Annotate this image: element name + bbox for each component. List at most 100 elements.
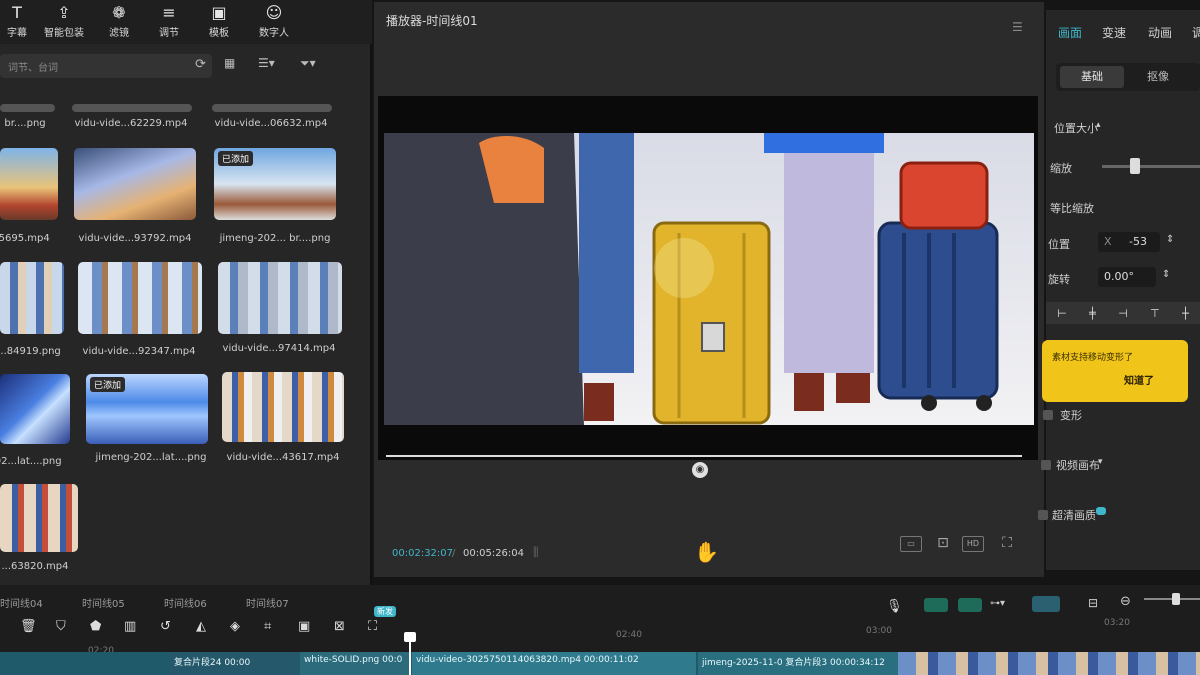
thumbnail[interactable]	[212, 104, 332, 112]
stepper-icon[interactable]: ⇕	[1162, 269, 1170, 280]
filter-icon: ❁	[112, 3, 126, 22]
thumbnail[interactable]	[222, 372, 344, 442]
toolbar-adjust[interactable]: ≡ 调节	[144, 0, 194, 44]
hd-icon[interactable]: HD	[962, 536, 984, 552]
text-icon: T	[12, 3, 22, 22]
tab-animation[interactable]: 动画	[1148, 24, 1172, 41]
sort-icon[interactable]: ☰▾	[258, 56, 275, 70]
timeline-tab[interactable]: 时间线05	[82, 595, 125, 610]
search-icon[interactable]: ⟳	[195, 57, 206, 72]
toolbar-label: 字幕	[7, 28, 27, 39]
thumbnail[interactable]	[72, 104, 192, 112]
clip-filmstrip[interactable]	[898, 652, 1200, 675]
toolbar-digital-human[interactable]: ☺ 数字人	[244, 0, 304, 44]
timecode-current: 00:02:32:07	[392, 548, 454, 559]
timeline-tab[interactable]: 时间线04	[0, 595, 43, 610]
video-frame[interactable]	[384, 133, 1034, 425]
waveform-icon[interactable]: ⫼	[533, 545, 539, 560]
focus-icon[interactable]: ⊡	[932, 536, 954, 552]
align-top-icon[interactable]: ⊤	[1150, 307, 1160, 320]
thumbnail-label: jimeng-202... br....png	[219, 233, 331, 244]
thumbnail[interactable]: 已添加	[214, 148, 336, 220]
timeline-clip[interactable]: white-SOLID.png 00:0	[300, 652, 410, 675]
timeline-clip[interactable]: 复合片段24 00:00	[170, 652, 300, 675]
zoom-out-icon[interactable]: ⊖	[1120, 594, 1131, 609]
deform-checkbox[interactable]	[1043, 410, 1053, 420]
timeline-tab[interactable]: 时间线06	[164, 595, 207, 610]
thumbnail[interactable]	[218, 262, 342, 334]
stepper-icon[interactable]: ⇕	[1166, 234, 1174, 245]
screen-icon[interactable]: ▣	[298, 619, 310, 634]
align-left-icon[interactable]: ⊢	[1057, 307, 1067, 320]
tooltip-card: 素材支持移动变形了 知道了	[1042, 340, 1188, 402]
diamond-icon	[1096, 507, 1106, 515]
zoom-slider-handle[interactable]	[1172, 593, 1180, 605]
timeline-tab[interactable]: 时间线07	[246, 595, 289, 610]
rotate-field[interactable]: 0.00°	[1098, 267, 1156, 287]
reverse-icon[interactable]: ↺	[160, 619, 171, 634]
subtitle-icon[interactable]: ⊠	[334, 619, 345, 634]
track-mode-icon[interactable]	[1032, 596, 1060, 612]
thumbnail-label: vidu-vide...92347.mp4	[82, 346, 196, 357]
toolbar-subtitle[interactable]: T 字幕	[0, 0, 34, 44]
grid-view-icon[interactable]: ▦	[224, 56, 235, 70]
template-icon: ▣	[211, 3, 227, 22]
timeline-clip[interactable]: vidu-video-3025750114063820.mp4 00:00:11…	[412, 652, 696, 675]
subtab-keying[interactable]: 抠像	[1126, 66, 1190, 88]
upload-box-icon: ⇪	[57, 3, 71, 22]
thumbnail[interactable]: 已添加	[86, 374, 208, 444]
fit-icon[interactable]: ⊟	[1088, 596, 1098, 610]
thumbnail[interactable]	[0, 262, 64, 334]
thumbnail[interactable]	[78, 262, 202, 334]
timecode-separator: /	[452, 548, 456, 559]
thumbnail[interactable]	[0, 148, 58, 220]
filter-funnel-icon[interactable]: ⏷▾	[300, 56, 316, 71]
thumbnail[interactable]	[0, 374, 70, 444]
thumbnail[interactable]	[0, 104, 55, 112]
thumbnail[interactable]	[0, 484, 78, 552]
tab-picture[interactable]: 画面	[1058, 24, 1082, 41]
thumbnail-label: vidu-vide...97414.mp4	[222, 343, 336, 354]
toolbar-smart-pack[interactable]: ⇪ 智能包装	[34, 0, 94, 44]
thumbnail-label: vidu-vide...93792.mp4	[78, 233, 192, 244]
fullscreen-icon[interactable]: ⛶	[996, 536, 1018, 552]
mic-icon[interactable]: 🎙	[886, 599, 903, 614]
tab-speed[interactable]: 变速	[1102, 24, 1126, 41]
hand-cursor-icon: ✋	[694, 540, 719, 564]
align-middle-icon[interactable]: ┼	[1182, 307, 1189, 320]
link-toggle-icon[interactable]	[958, 598, 982, 612]
playhead-handle[interactable]	[404, 632, 416, 642]
shield-icon[interactable]: ⛉	[56, 619, 66, 634]
delete-icon[interactable]: 🗑	[20, 619, 37, 634]
search-placeholder: 词节、台词	[8, 63, 58, 74]
mirror-icon[interactable]: ◭	[196, 619, 206, 634]
chevron-down-icon[interactable]: ▾	[1098, 457, 1103, 467]
search-input[interactable]: 词节、台词 ⟳	[0, 54, 212, 78]
scale-slider-handle[interactable]	[1130, 158, 1140, 174]
hd-checkbox[interactable]	[1038, 510, 1048, 520]
toolbar-template[interactable]: ▣ 模板	[194, 0, 244, 44]
snap-toggle-icon[interactable]	[924, 598, 948, 612]
rotate-icon[interactable]: ◈	[230, 619, 240, 634]
crop-icon[interactable]: ⌗	[264, 619, 271, 634]
chevron-up-icon[interactable]: ▴	[1096, 120, 1101, 130]
position-x-field[interactable]: X -53	[1098, 232, 1160, 252]
tab-adjust[interactable]: 调	[1192, 24, 1200, 41]
mask-icon[interactable]: ⬟	[90, 619, 101, 634]
freeze-icon[interactable]: ▥	[124, 619, 136, 634]
tooltip-ok-button[interactable]: 知道了	[1124, 372, 1154, 387]
playhead-icon[interactable]: ◉	[692, 462, 708, 478]
scale-slider[interactable]	[1102, 165, 1200, 168]
subtab-basic[interactable]: 基础	[1060, 66, 1124, 88]
toolbar-filter[interactable]: ❁ 滤镜	[94, 0, 144, 44]
timeline-clip[interactable]: jimeng-2025-11-0 复合片段3 00:00:34:12	[698, 652, 898, 675]
thumbnail[interactable]	[74, 148, 196, 220]
progress-track[interactable]	[386, 455, 1022, 457]
align-right-icon[interactable]: ⊣	[1118, 307, 1128, 320]
preview-axis-icon[interactable]: ⊶▾	[990, 598, 1005, 609]
canvas-checkbox[interactable]	[1041, 460, 1051, 470]
ratio-icon[interactable]: ▭	[900, 536, 922, 552]
align-center-icon[interactable]: ╪	[1089, 307, 1096, 320]
ai-cut-icon[interactable]: ⛶	[368, 619, 377, 634]
menu-icon[interactable]: ☰	[1012, 20, 1023, 34]
